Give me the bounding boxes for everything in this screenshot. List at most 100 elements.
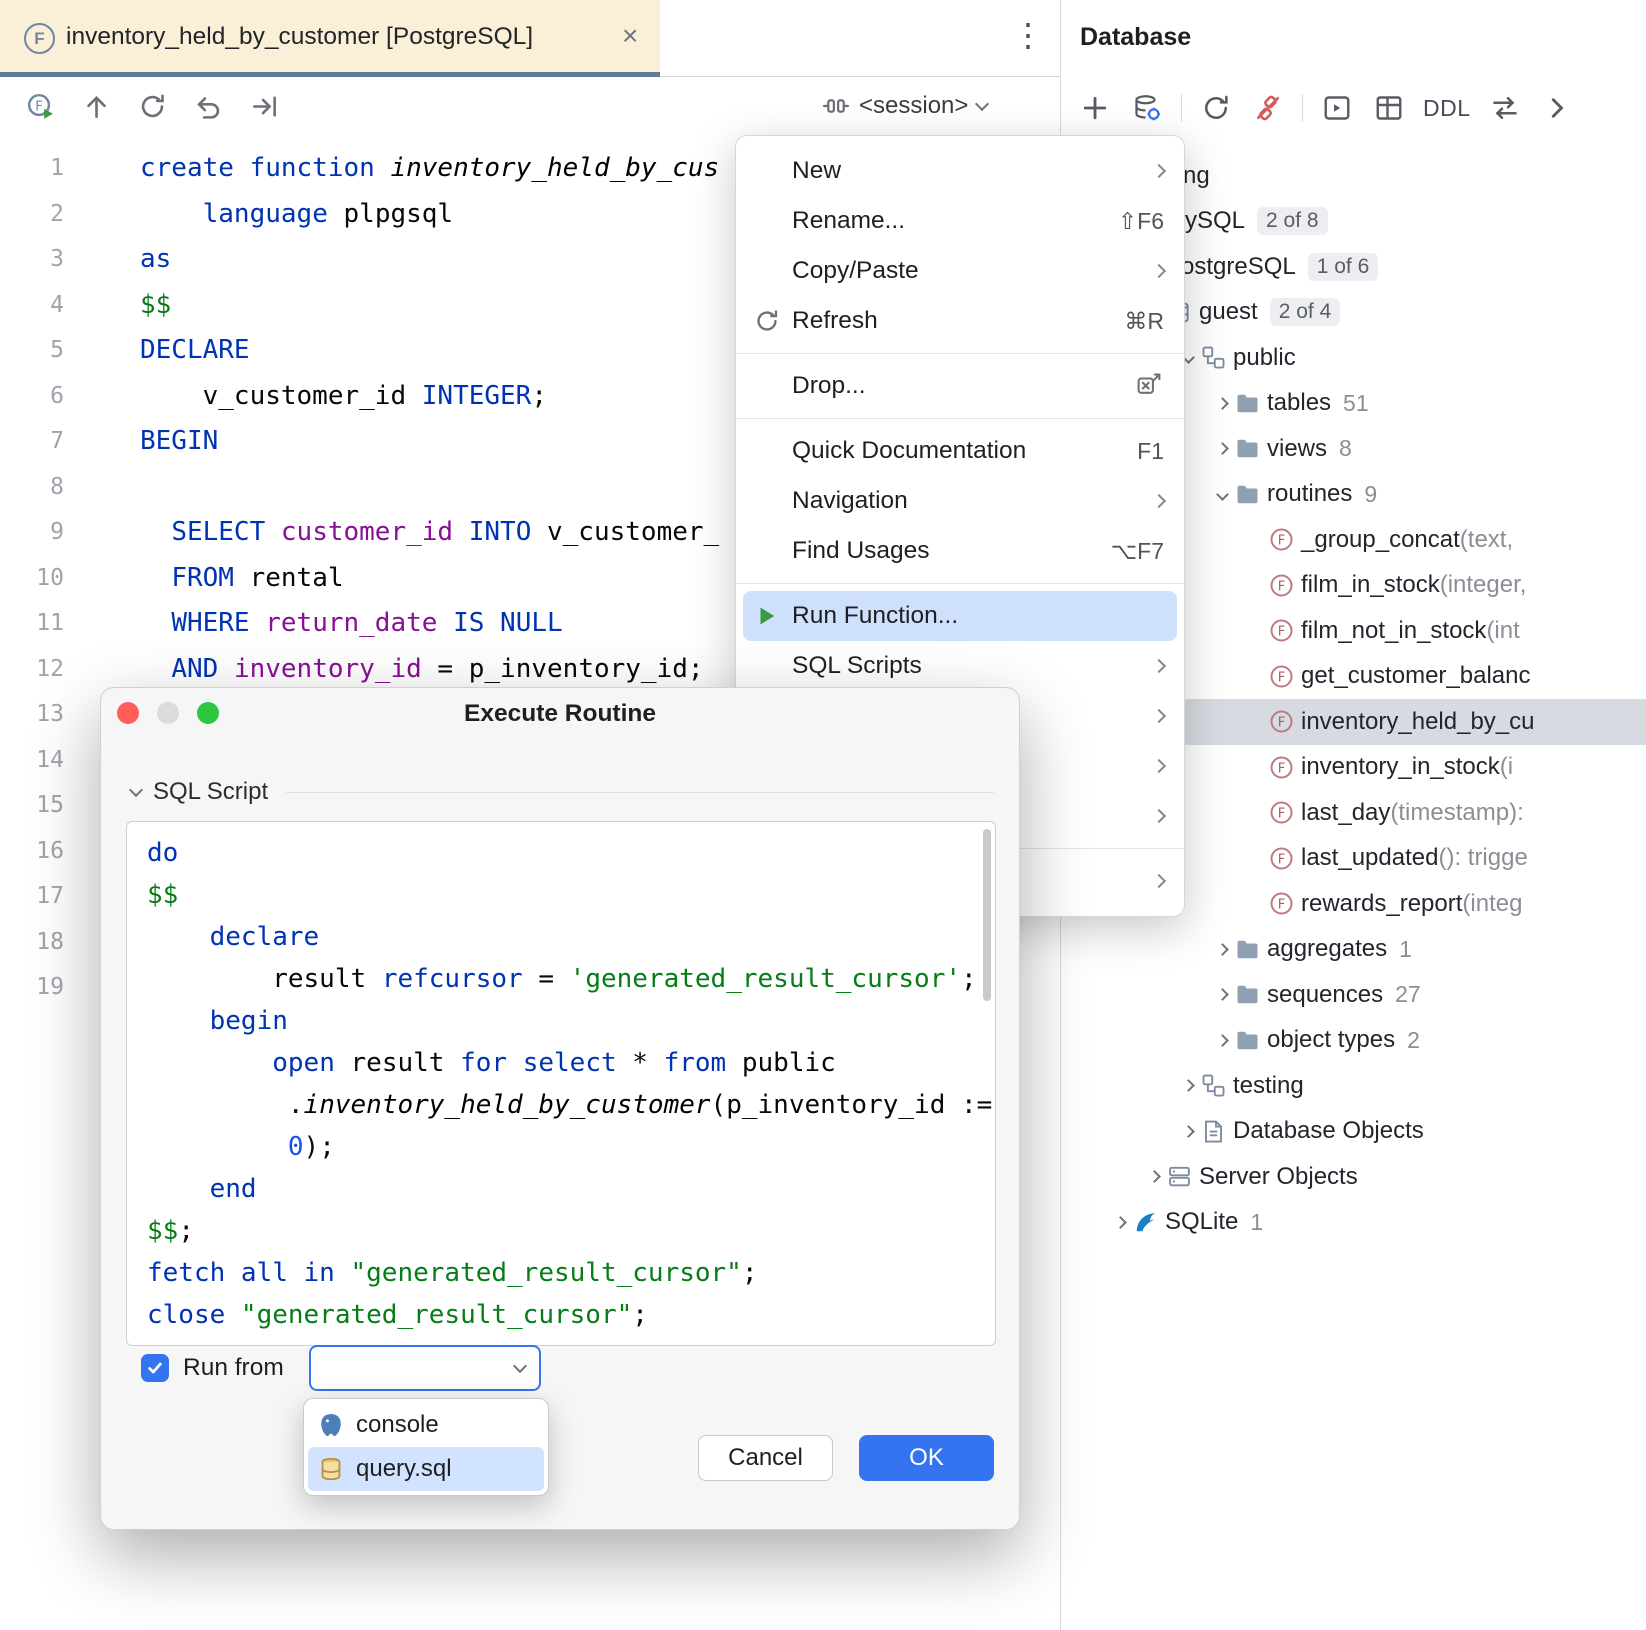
chevron-down-icon bbox=[129, 782, 143, 796]
chevron-right-icon[interactable] bbox=[1107, 1218, 1133, 1227]
tree-item-testing[interactable]: testing bbox=[1061, 1063, 1646, 1109]
code-token: 0 bbox=[288, 1132, 304, 1162]
ddl-button[interactable]: DDL bbox=[1423, 95, 1471, 122]
refresh-icon[interactable] bbox=[134, 88, 170, 124]
svg-text:F: F bbox=[1278, 852, 1286, 867]
tree-item-label: tables bbox=[1267, 389, 1331, 417]
menu-item-quick-documentation[interactable]: Quick DocumentationF1 bbox=[736, 426, 1184, 476]
code-token: SELECT bbox=[171, 517, 281, 547]
tree-item-aggregates[interactable]: aggregates1 bbox=[1061, 927, 1646, 973]
menu-item-copy-paste[interactable]: Copy/Paste bbox=[736, 246, 1184, 296]
line-number: 10 bbox=[0, 556, 64, 602]
code-token: for select bbox=[460, 1048, 632, 1078]
code-token: $$ bbox=[147, 880, 178, 910]
disconnect-icon[interactable] bbox=[1250, 90, 1286, 126]
menu-item-label: Drop... bbox=[792, 372, 866, 400]
code-token: from bbox=[664, 1048, 742, 1078]
swap-arrows-icon[interactable] bbox=[1487, 90, 1523, 126]
function-icon: F bbox=[1269, 800, 1301, 825]
code-token: INTO bbox=[453, 517, 547, 547]
sql-script-editor[interactable]: do$$ declare result refcursor = 'generat… bbox=[126, 821, 996, 1346]
submenu-chevron-icon bbox=[1144, 266, 1164, 276]
tree-item-sqlite[interactable]: SQLite1 bbox=[1061, 1200, 1646, 1246]
tree-item-label: film_in_stock bbox=[1301, 571, 1440, 599]
code-token bbox=[147, 1132, 288, 1162]
menu-item-run-function[interactable]: Run Function... bbox=[743, 591, 1177, 641]
tab-inventory-held-by-customer[interactable]: F inventory_held_by_customer [PostgreSQL… bbox=[0, 0, 660, 77]
line-number: 1 bbox=[0, 146, 64, 192]
run-from-checkbox[interactable] bbox=[141, 1354, 169, 1382]
line-number: 2 bbox=[0, 192, 64, 238]
submenu-chevron-icon bbox=[1144, 876, 1164, 886]
code-token: v_customer_id bbox=[140, 381, 422, 411]
code-token: end bbox=[210, 1174, 257, 1204]
chevron-right-icon[interactable] bbox=[1209, 444, 1235, 453]
run-from-dropdown[interactable] bbox=[309, 1345, 541, 1391]
session-selector[interactable]: <session> bbox=[822, 92, 987, 120]
code-token: $$ bbox=[140, 290, 171, 320]
undo-icon[interactable] bbox=[190, 88, 226, 124]
run-from-row: Run from bbox=[141, 1345, 284, 1391]
line-number: 18 bbox=[0, 920, 64, 966]
menu-item-new[interactable]: New bbox=[736, 146, 1184, 196]
data-source-settings-icon[interactable] bbox=[1129, 90, 1165, 126]
menu-item-rename[interactable]: Rename...⇧F6 bbox=[736, 196, 1184, 246]
function-icon: F bbox=[1269, 527, 1301, 552]
line-number: 8 bbox=[0, 465, 64, 511]
detach-icon[interactable] bbox=[246, 88, 282, 124]
tree-item-label: inventory_held_by_cu bbox=[1301, 708, 1535, 736]
sqlite-icon bbox=[1133, 1210, 1165, 1235]
chevron-right-icon[interactable] bbox=[1209, 399, 1235, 408]
menu-item-navigation[interactable]: Navigation bbox=[736, 476, 1184, 526]
chevron-right-icon[interactable] bbox=[1209, 990, 1235, 999]
code-token: result bbox=[147, 964, 382, 994]
popup-option-console[interactable]: console bbox=[308, 1403, 544, 1447]
menu-separator bbox=[736, 418, 1184, 419]
play-icon bbox=[752, 601, 782, 631]
more-options-icon[interactable]: ⋮ bbox=[1002, 0, 1054, 74]
svg-text:F: F bbox=[1278, 807, 1286, 822]
query-console-icon[interactable] bbox=[1319, 90, 1355, 126]
tree-item-sequences[interactable]: sequences27 bbox=[1061, 972, 1646, 1018]
folder-icon bbox=[1235, 982, 1267, 1007]
svg-text:F: F bbox=[1278, 898, 1286, 913]
menu-item-drop[interactable]: Drop... bbox=[736, 361, 1184, 411]
db-objects-icon bbox=[1201, 1119, 1233, 1144]
code-token: inventory_held_by_cus bbox=[390, 153, 719, 183]
arrow-up-icon[interactable] bbox=[78, 88, 114, 124]
menu-item-refresh[interactable]: Refresh⌘R bbox=[736, 296, 1184, 346]
table-view-icon[interactable] bbox=[1371, 90, 1407, 126]
line-number: 14 bbox=[0, 738, 64, 784]
chevron-right-icon[interactable] bbox=[1539, 90, 1575, 126]
ok-button[interactable]: OK bbox=[859, 1435, 994, 1481]
chevron-right-icon[interactable] bbox=[1209, 945, 1235, 954]
sql-script-section-header[interactable]: SQL Script bbox=[131, 778, 994, 806]
icon-slot bbox=[752, 436, 782, 466]
tree-item-database-objects[interactable]: Database Objects bbox=[1061, 1109, 1646, 1155]
folder-icon bbox=[1235, 482, 1267, 507]
chevron-right-icon[interactable] bbox=[1175, 1081, 1201, 1090]
tab-close-icon[interactable]: × bbox=[614, 0, 646, 74]
chevron-right-icon[interactable] bbox=[1141, 1172, 1167, 1181]
chevron-right-icon[interactable] bbox=[1175, 1127, 1201, 1136]
code-token: public bbox=[742, 1048, 836, 1078]
tree-item-object-types[interactable]: object types2 bbox=[1061, 1018, 1646, 1064]
menu-item-find-usages[interactable]: Find Usages⌥F7 bbox=[736, 526, 1184, 576]
function-icon: F bbox=[1269, 573, 1301, 598]
tree-item-server-objects[interactable]: Server Objects bbox=[1061, 1154, 1646, 1200]
code-token bbox=[147, 922, 210, 952]
code-token: ; bbox=[178, 1216, 194, 1246]
menu-item-sql-scripts[interactable]: SQL Scripts bbox=[736, 641, 1184, 691]
cancel-button[interactable]: Cancel bbox=[698, 1435, 833, 1481]
tree-item-signature: (timestamp): bbox=[1390, 799, 1523, 827]
chevron-right-icon[interactable] bbox=[1209, 1036, 1235, 1045]
run-file-icon[interactable]: F bbox=[22, 88, 58, 124]
tree-item-signature: (int bbox=[1486, 617, 1519, 645]
chevron-down-icon bbox=[513, 1358, 527, 1372]
add-icon[interactable] bbox=[1077, 90, 1113, 126]
scrollbar-thumb[interactable] bbox=[983, 829, 991, 1001]
chevron-down-icon[interactable] bbox=[1209, 490, 1235, 499]
svg-text:F: F bbox=[1278, 625, 1286, 640]
refresh-icon[interactable] bbox=[1198, 90, 1234, 126]
popup-option-query-sql[interactable]: query.sql bbox=[308, 1447, 544, 1491]
